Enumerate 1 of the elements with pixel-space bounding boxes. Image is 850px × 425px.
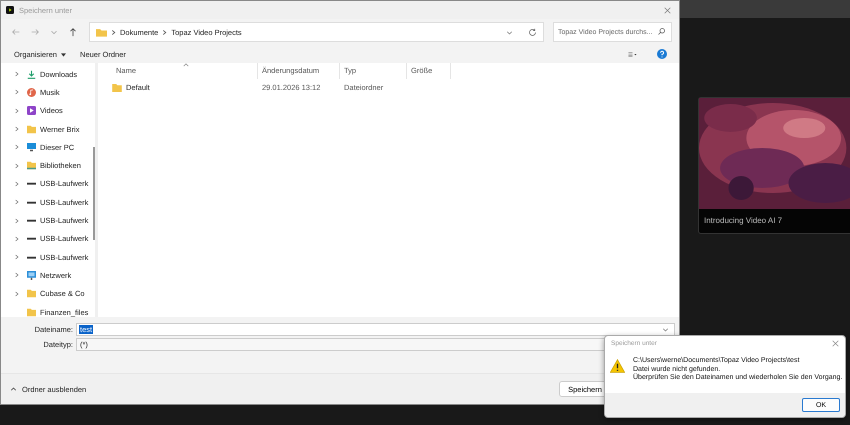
video-title: Introducing Video AI 7 (703, 215, 784, 227)
